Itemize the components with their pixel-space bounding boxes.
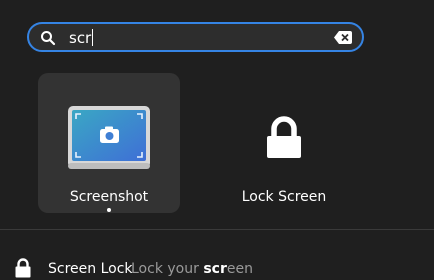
result-description: Lock your screen — [131, 260, 253, 278]
text-caret — [92, 29, 94, 46]
result-description-match: scr — [203, 261, 227, 277]
result-description-prefix: Lock your — [131, 261, 204, 277]
app-icon-wrap — [38, 105, 180, 171]
app-icon-wrap — [213, 105, 355, 171]
section-divider — [0, 229, 434, 230]
result-title: Screen Lock — [48, 261, 133, 277]
app-tile-lock-screen[interactable]: Lock Screen — [213, 73, 355, 213]
lock-icon — [267, 116, 301, 158]
screenshot-icon — [68, 106, 150, 169]
result-description-suffix: een — [226, 261, 253, 277]
search-query-text: scr — [69, 29, 92, 47]
search-icon — [41, 31, 56, 46]
running-indicator — [107, 208, 111, 212]
clear-search-icon[interactable] — [334, 31, 352, 44]
app-tile-screenshot[interactable]: Screenshot — [38, 73, 180, 213]
search-result-screen-lock[interactable]: Screen Lock Lock your screen — [0, 252, 434, 280]
app-label: Screenshot — [69, 189, 149, 205]
search-input[interactable]: scr — [69, 28, 94, 48]
search-entry[interactable]: scr — [27, 22, 364, 52]
app-label: Lock Screen — [241, 189, 327, 205]
lock-icon — [15, 258, 31, 278]
app-grid-overlay: scr Screenshot Lock Screen Screen Lock L… — [0, 0, 434, 280]
